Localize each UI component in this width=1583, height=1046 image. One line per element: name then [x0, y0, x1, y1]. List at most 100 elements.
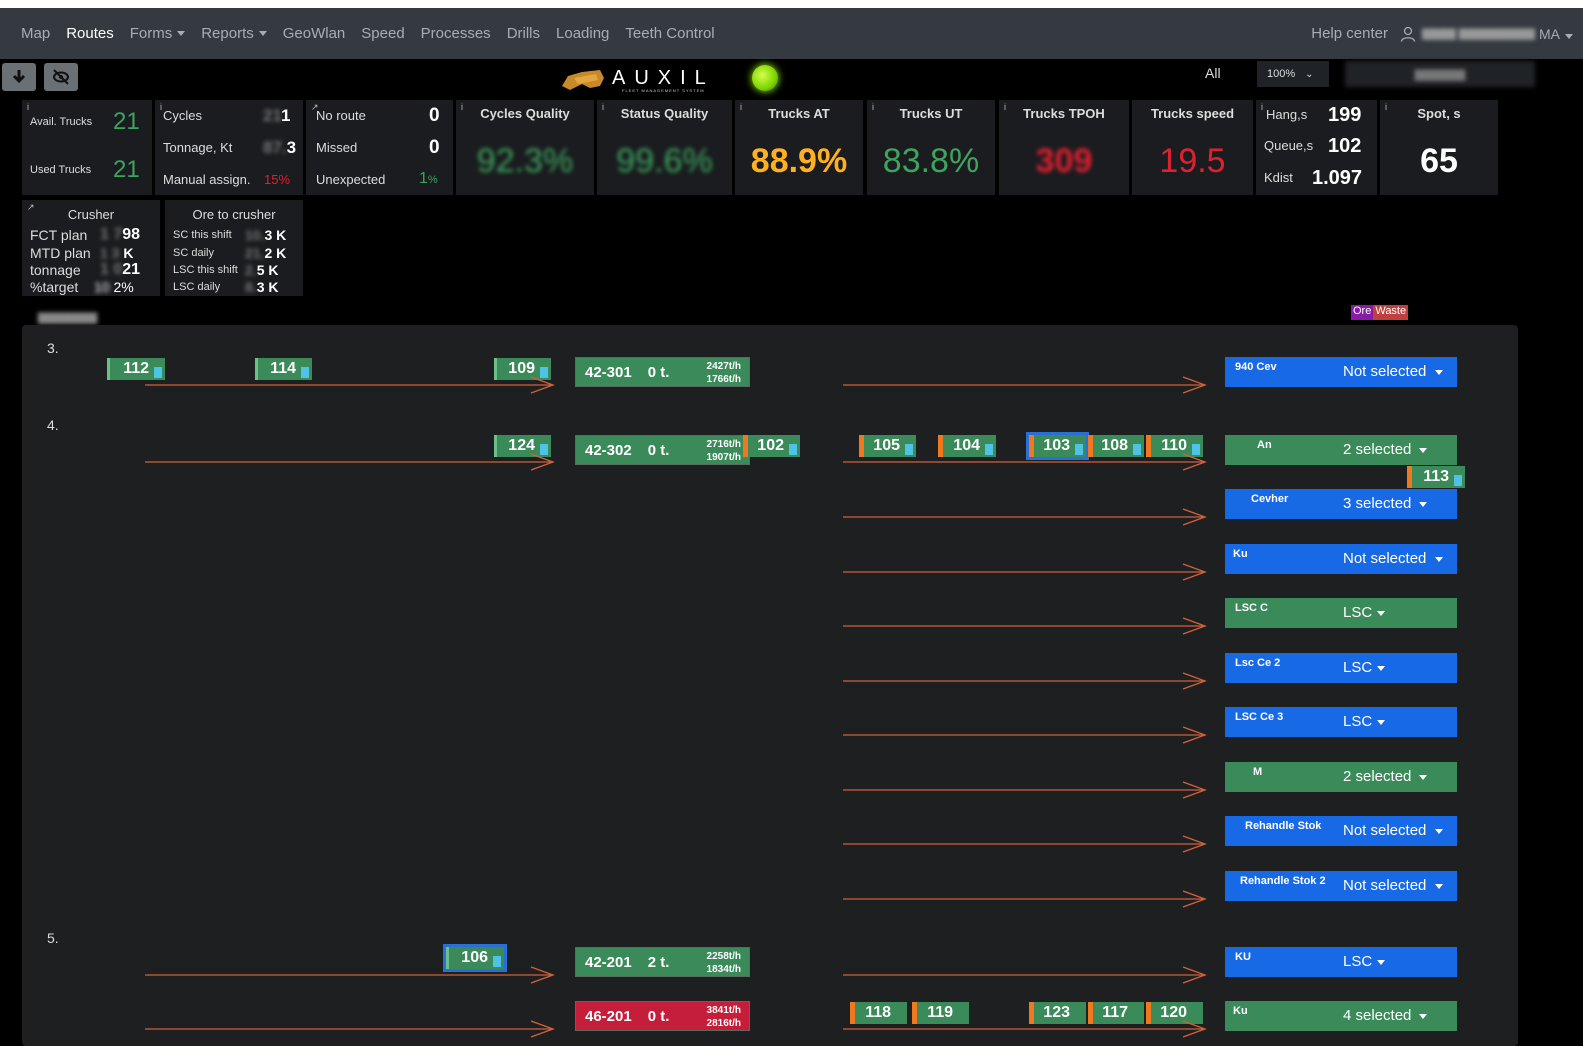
trucks-speed-value: 19.5 — [1159, 142, 1226, 180]
shovel-42-201[interactable]: 42-201 2 t. 2258t/h 1834t/h — [575, 947, 750, 977]
user-icon[interactable] — [1400, 26, 1416, 42]
spot-tile: i Spot, s 65 — [1380, 100, 1498, 195]
arrow-down-icon — [12, 70, 26, 84]
trucks-ut-value: 83.8% — [882, 142, 980, 180]
site-select[interactable]: ▇▇▇▇▇▇ — [1345, 61, 1535, 87]
used-trucks-label: Used Trucks — [30, 164, 92, 176]
toolbar: AUXIL FLEET MANAGEMENT SYSTEM All 100% ⌄ … — [0, 59, 1583, 97]
queue-label: Queue,s — [1264, 138, 1314, 153]
trucks-at-value: 88.9% — [750, 142, 848, 180]
redacted: 1 3 — [100, 245, 124, 261]
noroute-tile: ↗ No route 0 Missed 0 Unexpected 1% — [306, 100, 453, 195]
shovel-rates: 3841t/h 2816t/h — [707, 1004, 741, 1030]
destination-select[interactable]: Ku Not selected — [1225, 544, 1457, 574]
route-arrow — [145, 376, 554, 394]
avail-trucks-value: 21 — [113, 108, 140, 135]
lsc-daily-label: LSC daily — [173, 281, 221, 293]
cycles-value: 1 — [280, 106, 291, 125]
rate-actual: 1766t/h — [706, 374, 741, 385]
nav-loading[interactable]: Loading — [556, 25, 609, 42]
trucks-tpoh-value: 309 — [1035, 142, 1093, 180]
nav-forms[interactable]: Forms — [130, 25, 186, 42]
caret-down-icon — [1435, 829, 1443, 834]
caret-down-icon — [258, 31, 267, 36]
shovel-42-301[interactable]: 42-301 0 t. 2427t/h 1766t/h — [575, 357, 750, 387]
ore-to-crusher-tile: Ore to crusher SC this shift 10.3 K SC d… — [165, 200, 303, 296]
route-arrow — [843, 453, 1206, 471]
destination-select[interactable]: Lsc Ce 2 LSC — [1225, 653, 1457, 683]
user-menu[interactable]: MA — [1539, 26, 1573, 42]
tonnage-value: 3 — [286, 138, 297, 157]
dest-value: 3 selected — [1343, 495, 1412, 512]
destination-select[interactable]: M 2 selected — [1225, 762, 1457, 792]
nav-drills[interactable]: Drills — [507, 25, 540, 42]
redacted: 21. — [245, 245, 265, 261]
nav-map[interactable]: Map — [21, 25, 50, 42]
trucks-tpoh-tile: i Trucks TPOH 309 — [999, 100, 1129, 195]
sc-daily-label: SC daily — [173, 247, 214, 259]
rate-actual: 2816t/h — [706, 1018, 741, 1029]
info-icon[interactable]: i — [1261, 102, 1263, 112]
route-arrow — [145, 453, 554, 471]
status-quality-tile: i Status Quality 99.6% — [597, 100, 732, 195]
info-icon[interactable]: i — [27, 102, 29, 112]
cycles-tile: i Cycles 211 Tonnage, Kt 87.3 Manual ass… — [155, 100, 303, 195]
dest-value: 2 selected — [1343, 441, 1412, 458]
hide-button[interactable] — [44, 63, 78, 91]
rate-planned: 2716t/h — [706, 439, 741, 450]
cycles-quality-label: Cycles Quality — [480, 106, 570, 121]
rate-planned: 3841t/h — [706, 1005, 741, 1016]
route-arrow — [843, 890, 1206, 908]
shovel-46-201[interactable]: 46-201 0 t. 3841t/h 2816t/h — [575, 1001, 750, 1031]
nav-routes[interactable]: Routes — [66, 25, 114, 42]
caret-down-icon — [1377, 960, 1385, 965]
caret-down-icon — [1377, 666, 1385, 671]
caret-down-icon — [1435, 557, 1443, 562]
destination-select[interactable]: Cevher 3 selected — [1225, 489, 1457, 519]
shovel-tonnage: 0 t. — [647, 441, 670, 459]
dest-value: LSC — [1343, 604, 1373, 621]
destination-select[interactable]: LSC Ce 3 LSC — [1225, 707, 1457, 737]
dest-value: LSC — [1343, 713, 1373, 730]
truck-113[interactable]: 113 — [1407, 466, 1465, 488]
crusher-title: Crusher — [67, 207, 115, 222]
nav-reports-label: Reports — [201, 25, 254, 42]
help-center-link[interactable]: Help center — [1311, 25, 1388, 42]
nav-speed[interactable]: Speed — [361, 25, 404, 42]
routes-panel: 3. 112 114 109 42-301 0 t. 2427t/h 1766t/h… — [22, 325, 1518, 1046]
dest-name: LSC C — [1235, 602, 1268, 614]
shovel-42-302[interactable]: 42-302 0 t. 2716t/h 1907t/h — [575, 435, 750, 465]
destination-select[interactable]: An 2 selected — [1225, 435, 1457, 465]
destination-select[interactable]: 940 Cev Not selected — [1225, 357, 1457, 387]
destination-select[interactable]: Rehandle Stok 2 Not selected — [1225, 871, 1457, 901]
mtd-plan-label: MTD plan — [30, 245, 91, 261]
dest-name: M — [1253, 766, 1263, 778]
destination-select[interactable]: KU LSC — [1225, 947, 1457, 977]
zoom-select[interactable]: 100% ⌄ — [1257, 61, 1329, 87]
lsc-daily-value: 3 K — [256, 279, 279, 295]
nav-processes[interactable]: Processes — [421, 25, 491, 42]
connection-status-indicator — [752, 65, 778, 91]
status-quality-value: 99.6% — [616, 142, 713, 180]
trucks-tpoh-label: Trucks TPOH — [1023, 106, 1105, 121]
truck-102[interactable]: 102 — [743, 435, 800, 457]
info-icon[interactable]: i — [160, 102, 162, 112]
destination-select[interactable]: Rehandle Stok Not selected — [1225, 816, 1457, 846]
lsc-shift-value: 5 K — [256, 262, 279, 278]
caret-down-icon — [1419, 775, 1427, 780]
nav-teeth-control[interactable]: Teeth Control — [625, 25, 714, 42]
download-button[interactable] — [2, 63, 36, 91]
filter-select[interactable]: All — [1205, 65, 1221, 81]
nav-geowlan[interactable]: GeoWlan — [283, 25, 346, 42]
caret-down-icon — [1419, 502, 1427, 507]
shovel-rates: 2258t/h 1834t/h — [707, 950, 741, 976]
shovel-tonnage: 2 t. — [647, 953, 670, 971]
sc-daily-value: 2 K — [264, 245, 287, 261]
nav-reports[interactable]: Reports — [201, 25, 267, 42]
user-name-redacted: ▇▇▇▇ ▇▇▇▇▇▇▇▇▇ — [1421, 28, 1535, 40]
dest-name: Ku — [1233, 548, 1248, 560]
dest-name: Rehandle Stok 2 — [1240, 875, 1326, 887]
shovel-name: 42-301 — [585, 363, 632, 381]
destination-select[interactable]: LSC C LSC — [1225, 598, 1457, 628]
destination-select[interactable]: Ku 4 selected — [1225, 1001, 1457, 1031]
